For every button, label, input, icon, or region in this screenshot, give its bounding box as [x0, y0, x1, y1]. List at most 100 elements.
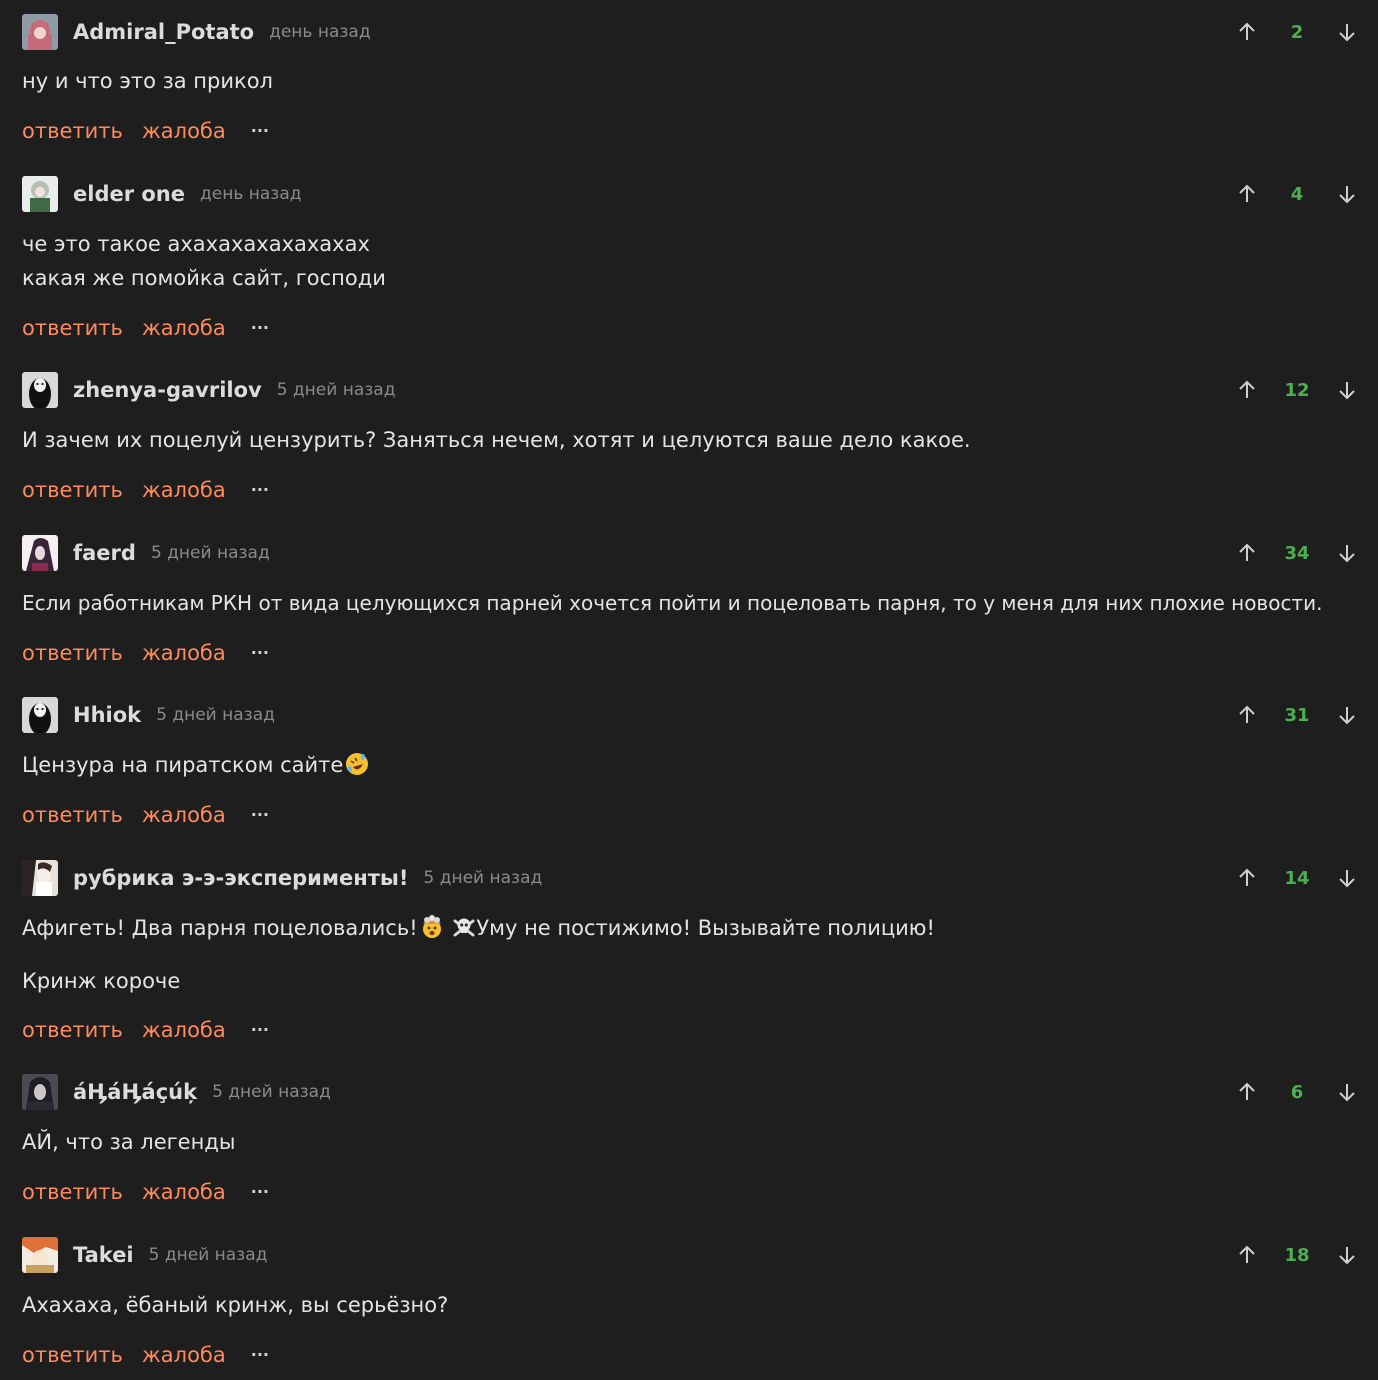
more-options-button[interactable]: ··· [245, 123, 275, 139]
exploding-head-emoji [422, 915, 441, 938]
upvote-button[interactable] [1234, 377, 1260, 403]
report-link[interactable]: жалоба [142, 1343, 226, 1367]
upvote-button[interactable] [1234, 865, 1260, 891]
comment-header: рубрика э-э-эксперименты! 5 дней назад [22, 860, 542, 896]
comment-actions: ответить жалоба ··· [22, 475, 275, 505]
avatar[interactable] [22, 14, 58, 50]
comment-body: И зачем их поцелуй цензурить? Заняться н… [22, 423, 971, 457]
score: 12 [1284, 379, 1310, 401]
more-options-button[interactable]: ··· [245, 1184, 275, 1200]
arrow-down-icon [1339, 24, 1355, 42]
comment-header: faerd 5 дней назад [22, 535, 270, 571]
arrow-up-icon [1239, 22, 1255, 40]
arrow-down-icon [1339, 707, 1355, 725]
comment-text: какая же помойка сайт, господи [22, 266, 386, 290]
upvote-button[interactable] [1234, 1242, 1260, 1268]
reply-link[interactable]: ответить [22, 1343, 123, 1367]
comment-actions: ответить жалоба ··· [22, 1340, 275, 1370]
more-options-button[interactable]: ··· [245, 807, 275, 823]
downvote-button[interactable] [1334, 865, 1360, 891]
comment-text: ну и что это за прикол [22, 69, 273, 93]
report-link[interactable]: жалоба [142, 478, 226, 502]
skull-crossbones-emoji [453, 918, 475, 937]
score: 18 [1284, 1244, 1310, 1266]
comment-text: Цензура на пиратском сайте [22, 753, 344, 777]
arrow-down-icon [1339, 1247, 1355, 1265]
upvote-button[interactable] [1234, 1079, 1260, 1105]
comment-actions: ответить жалоба ··· [22, 1177, 275, 1207]
comment-body: Если работникам РКН от вида целующихся п… [22, 586, 1322, 620]
comment-text: АЙ, что за легенды [22, 1130, 236, 1154]
avatar[interactable] [22, 697, 58, 733]
report-link[interactable]: жалоба [142, 1018, 226, 1042]
avatar[interactable] [22, 372, 58, 408]
avatar[interactable] [22, 176, 58, 212]
upvote-button[interactable] [1234, 19, 1260, 45]
downvote-button[interactable] [1334, 540, 1360, 566]
username[interactable]: áӉáӉáçúķ [73, 1080, 197, 1104]
downvote-button[interactable] [1334, 702, 1360, 728]
username[interactable]: Takei [73, 1243, 134, 1267]
arrow-down-icon [1339, 1084, 1355, 1102]
more-options-button[interactable]: ··· [245, 320, 275, 336]
avatar[interactable] [22, 860, 58, 896]
avatar[interactable] [22, 535, 58, 571]
downvote-button[interactable] [1334, 1242, 1360, 1268]
arrow-up-icon [1239, 543, 1255, 561]
upvote-button[interactable] [1234, 181, 1260, 207]
more-options-button[interactable]: ··· [245, 482, 275, 498]
arrow-up-icon [1239, 705, 1255, 723]
vote-controls: 14 [1234, 860, 1360, 896]
upvote-button[interactable] [1234, 702, 1260, 728]
timestamp: 5 дней назад [423, 868, 543, 888]
reply-link[interactable]: ответить [22, 1180, 123, 1204]
report-link[interactable]: жалоба [142, 316, 226, 340]
report-link[interactable]: жалоба [142, 119, 226, 143]
upvote-button[interactable] [1234, 540, 1260, 566]
report-link[interactable]: жалоба [142, 1180, 226, 1204]
score: 31 [1284, 704, 1310, 726]
comment-text: че это такое ахахахахахахахах [22, 232, 370, 256]
reply-link[interactable]: ответить [22, 641, 123, 665]
timestamp: день назад [269, 22, 371, 42]
comment-body: ну и что это за прикол [22, 64, 273, 98]
reply-link[interactable]: ответить [22, 119, 123, 143]
arrow-down-icon [1339, 545, 1355, 563]
score: 34 [1284, 542, 1310, 564]
username[interactable]: рубрика э-э-эксперименты! [73, 866, 409, 890]
downvote-button[interactable] [1334, 377, 1360, 403]
arrow-up-icon [1239, 184, 1255, 202]
username[interactable]: elder one [73, 182, 185, 206]
more-options-button[interactable]: ··· [245, 1022, 275, 1038]
report-link[interactable]: жалоба [142, 803, 226, 827]
reply-link[interactable]: ответить [22, 1018, 123, 1042]
arrow-up-icon [1239, 380, 1255, 398]
comment-actions: ответить жалоба ··· [22, 1015, 275, 1045]
comment-line: Афигеть! Два парня поцеловались! Уму не … [22, 911, 935, 945]
reply-link[interactable]: ответить [22, 316, 123, 340]
vote-controls: 31 [1234, 697, 1360, 733]
avatar[interactable] [22, 1237, 58, 1273]
username[interactable]: Hhiok [73, 703, 141, 727]
downvote-button[interactable] [1334, 1079, 1360, 1105]
comment-header: Admiral_Potato день назад [22, 14, 371, 50]
avatar[interactable] [22, 1074, 58, 1110]
username[interactable]: Admiral_Potato [73, 20, 254, 44]
report-link[interactable]: жалоба [142, 641, 226, 665]
vote-controls: 34 [1234, 535, 1360, 571]
comment-header: áӉáӉáçúķ 5 дней назад [22, 1074, 331, 1110]
more-options-button[interactable]: ··· [245, 1347, 275, 1363]
comment-text: Афигеть! Два парня поцеловались! [22, 916, 418, 940]
comment-text: Если работникам РКН от вида целующихся п… [22, 591, 1323, 615]
more-options-button[interactable]: ··· [245, 645, 275, 661]
reply-link[interactable]: ответить [22, 803, 123, 827]
comment-header: elder one день назад [22, 176, 302, 212]
comment-body: че это такое ахахахахахахахах какая же п… [22, 227, 386, 295]
rofl-emoji [346, 753, 369, 775]
downvote-button[interactable] [1334, 19, 1360, 45]
reply-link[interactable]: ответить [22, 478, 123, 502]
downvote-button[interactable] [1334, 181, 1360, 207]
comment-text: Уму не постижимо! Вызывайте полицию! [476, 916, 935, 940]
username[interactable]: faerd [73, 541, 136, 565]
username[interactable]: zhenya-gavrilov [73, 378, 262, 402]
